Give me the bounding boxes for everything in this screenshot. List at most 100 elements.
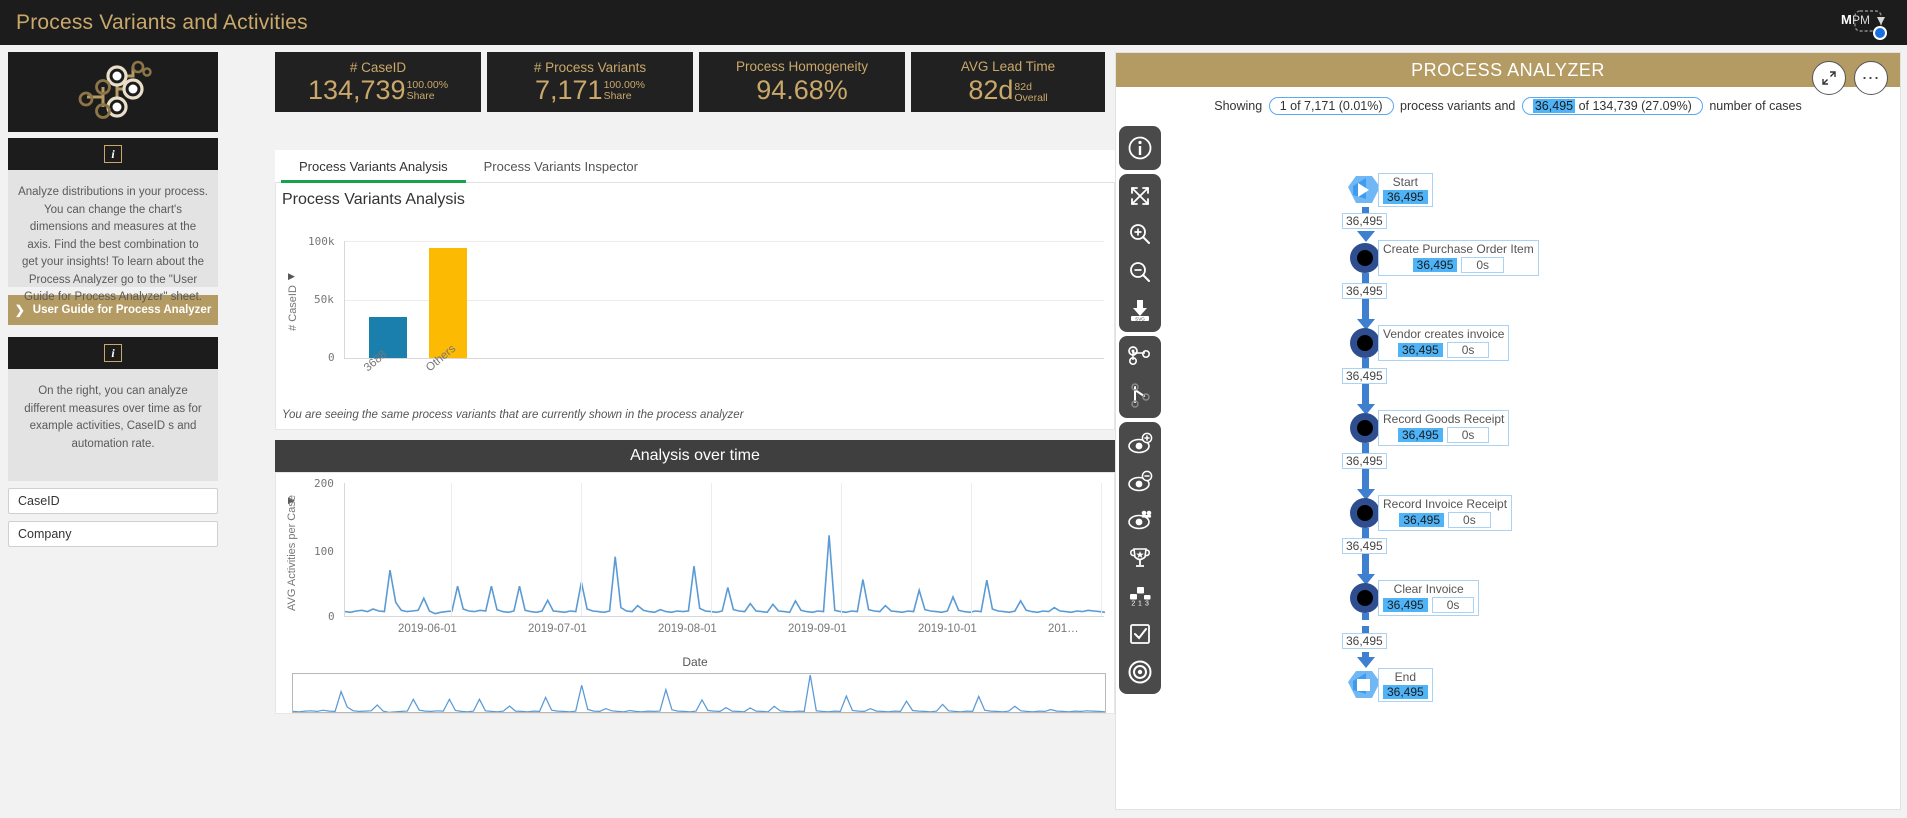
kpi-value: 134,739 bbox=[307, 75, 406, 105]
variants-analysis-panel: Process Variants Analysis ▶ # CaseID 100… bbox=[275, 183, 1115, 430]
activity-label-1[interactable]: Create Purchase Order Item 36,495 0s bbox=[1378, 240, 1539, 276]
line-plot-area bbox=[344, 483, 1106, 617]
line-chart-over-time[interactable]: ▶ AVG Activities per Case 200 100 0 2019… bbox=[280, 473, 1108, 645]
kpi-sub-top: 82d bbox=[1014, 80, 1032, 93]
tab-process-variants-analysis[interactable]: Process Variants Analysis bbox=[281, 150, 466, 183]
variants-pill[interactable]: 1 of 7,171 (0.01%) bbox=[1268, 97, 1394, 115]
kpi-title: AVG Lead Time bbox=[960, 58, 1056, 74]
filter-field-company-label: Company bbox=[18, 527, 72, 541]
info-text-1: Analyze distributions in your process. Y… bbox=[8, 170, 218, 303]
edge-label-1: 36,495 bbox=[1342, 213, 1387, 229]
cases-pill[interactable]: 36,495 of 134,739 (27.09%) bbox=[1521, 97, 1703, 115]
graph-layout-button[interactable] bbox=[1123, 341, 1157, 375]
kpi-title: Process Homogeneity bbox=[735, 58, 869, 74]
activity-node-3[interactable] bbox=[1350, 413, 1380, 443]
activity-title: Clear Invoice bbox=[1393, 582, 1464, 596]
target-button[interactable] bbox=[1123, 655, 1157, 689]
svg-text:SVG: SVG bbox=[1135, 316, 1145, 321]
start-node-label[interactable]: Start 36,495 bbox=[1378, 173, 1433, 207]
activity-node-4[interactable] bbox=[1350, 498, 1380, 528]
activity-node-2[interactable] bbox=[1350, 328, 1380, 358]
analysis-over-time-header: Analysis over time bbox=[275, 440, 1115, 472]
process-flow-diagram[interactable]: Start 36,495 36,495 Create Purchase Orde… bbox=[1116, 173, 1902, 811]
add-activity-icon bbox=[1128, 432, 1153, 454]
bar-others[interactable] bbox=[429, 247, 467, 358]
y-tick-50k: 50k bbox=[314, 293, 334, 306]
svg-text:PM: PM bbox=[1852, 13, 1870, 27]
zoom-in-button[interactable] bbox=[1123, 217, 1157, 251]
remove-activity-icon bbox=[1128, 470, 1153, 492]
activity-title: Record Invoice Receipt bbox=[1383, 497, 1508, 511]
start-node-icon[interactable] bbox=[1344, 173, 1380, 205]
variants-footnote: You are seeing the same process variants… bbox=[282, 409, 744, 421]
benchmark-button[interactable] bbox=[1123, 541, 1157, 575]
path-highlight-button[interactable] bbox=[1123, 379, 1157, 413]
remove-activity-button[interactable] bbox=[1123, 465, 1157, 499]
activity-label-4[interactable]: Record Invoice Receipt 36,495 0s bbox=[1378, 495, 1513, 531]
expand-button[interactable] bbox=[1812, 61, 1846, 95]
activity-title: Vendor creates invoice bbox=[1383, 327, 1505, 341]
x-tick-3: 2019-08-01 bbox=[658, 623, 717, 635]
showing-middle: process variants and bbox=[1400, 99, 1516, 113]
target-icon bbox=[1128, 660, 1152, 684]
more-options-button[interactable]: ⋯ bbox=[1854, 61, 1888, 95]
mpm-logo: M PM bbox=[1833, 4, 1893, 42]
ranking-button[interactable]: 2 1 3 bbox=[1123, 579, 1157, 613]
edge-label-4: 36,495 bbox=[1342, 453, 1387, 469]
fit-screen-button[interactable] bbox=[1123, 179, 1157, 213]
cases-rest: of 134,739 (27.09%) bbox=[1575, 99, 1692, 113]
zoom-out-icon bbox=[1130, 262, 1150, 282]
y-tick-100: 100 bbox=[314, 545, 334, 558]
toolbar-group-view: SVG bbox=[1119, 174, 1161, 332]
toolbar-group-info bbox=[1119, 126, 1161, 170]
zoom-out-button[interactable] bbox=[1123, 255, 1157, 289]
activity-duration: 0s bbox=[1448, 512, 1491, 528]
process-analyzer-panel: PROCESS ANALYZER ⋯ Showing 1 of 7,171 (0… bbox=[1115, 52, 1901, 810]
filter-field-company[interactable]: Company bbox=[8, 521, 218, 547]
tab-bar: Process Variants Analysis Process Varian… bbox=[275, 150, 1115, 183]
chevron-right-icon: ❯ bbox=[14, 303, 25, 317]
analyzer-toolbar: SVG 2 1 3 bbox=[1117, 126, 1163, 694]
activity-label-2[interactable]: Vendor creates invoice 36,495 0s bbox=[1378, 325, 1510, 361]
bar-chart-variants[interactable]: ▶ # CaseID 100k 50k 0 3688 Others bbox=[280, 213, 1108, 403]
end-node-icon[interactable] bbox=[1344, 668, 1380, 700]
edge-label-5: 36,495 bbox=[1342, 538, 1387, 554]
x-tick-5: 2019-10-01 bbox=[918, 623, 977, 635]
activity-node-1[interactable] bbox=[1350, 243, 1380, 273]
edge-label-2: 36,495 bbox=[1342, 283, 1387, 299]
bar-3688[interactable] bbox=[369, 317, 407, 358]
tab-process-variants-inspector[interactable]: Process Variants Inspector bbox=[466, 150, 656, 183]
process-analyzer-header: PROCESS ANALYZER bbox=[1116, 53, 1900, 87]
toolbar-group-activities: 2 1 3 bbox=[1119, 422, 1161, 694]
timeline-range-selector[interactable] bbox=[292, 673, 1106, 713]
kpi-sub-bottom: Overall bbox=[1014, 91, 1048, 104]
app-header: Process Variants and Activities M PM bbox=[0, 0, 1907, 45]
y-tick-0: 0 bbox=[328, 351, 335, 364]
group-activity-button[interactable] bbox=[1123, 503, 1157, 537]
center-panel: Process Variants Analysis Process Varian… bbox=[275, 150, 1115, 714]
info-icon: i bbox=[104, 344, 122, 362]
y-tick-200: 200 bbox=[314, 477, 334, 490]
info-header-1: i bbox=[8, 138, 218, 170]
tab-label: Process Variants Inspector bbox=[483, 159, 638, 174]
info-button[interactable] bbox=[1123, 131, 1157, 165]
ellipsis-icon: ⋯ bbox=[1861, 67, 1881, 88]
page-title: Process Variants and Activities bbox=[16, 10, 308, 34]
start-count: 36,495 bbox=[1383, 190, 1428, 204]
kpi-card-avg-lead-time: AVG Lead Time 82d 82d Overall bbox=[911, 52, 1105, 112]
add-activity-button[interactable] bbox=[1123, 427, 1157, 461]
end-node-label[interactable]: End 36,495 bbox=[1378, 668, 1433, 702]
activity-node-5[interactable] bbox=[1350, 583, 1380, 613]
activity-label-5[interactable]: Clear Invoice 36,495 0s bbox=[1378, 580, 1480, 616]
y-axis-dropdown-icon[interactable]: ▶ bbox=[288, 271, 295, 282]
edge-arrow-6 bbox=[1356, 657, 1375, 668]
download-svg-button[interactable]: SVG bbox=[1123, 293, 1157, 327]
activity-label-3[interactable]: Record Goods Receipt 36,495 0s bbox=[1378, 410, 1510, 446]
kpi-sub-bottom: Share bbox=[406, 90, 435, 102]
activity-count: 36,495 bbox=[1412, 258, 1458, 272]
gridline bbox=[345, 241, 1104, 242]
kpi-sub-bottom: Share bbox=[603, 90, 632, 102]
select-button[interactable] bbox=[1123, 617, 1157, 651]
process-logo bbox=[8, 52, 218, 132]
filter-field-caseid[interactable]: CaseID bbox=[8, 488, 218, 514]
